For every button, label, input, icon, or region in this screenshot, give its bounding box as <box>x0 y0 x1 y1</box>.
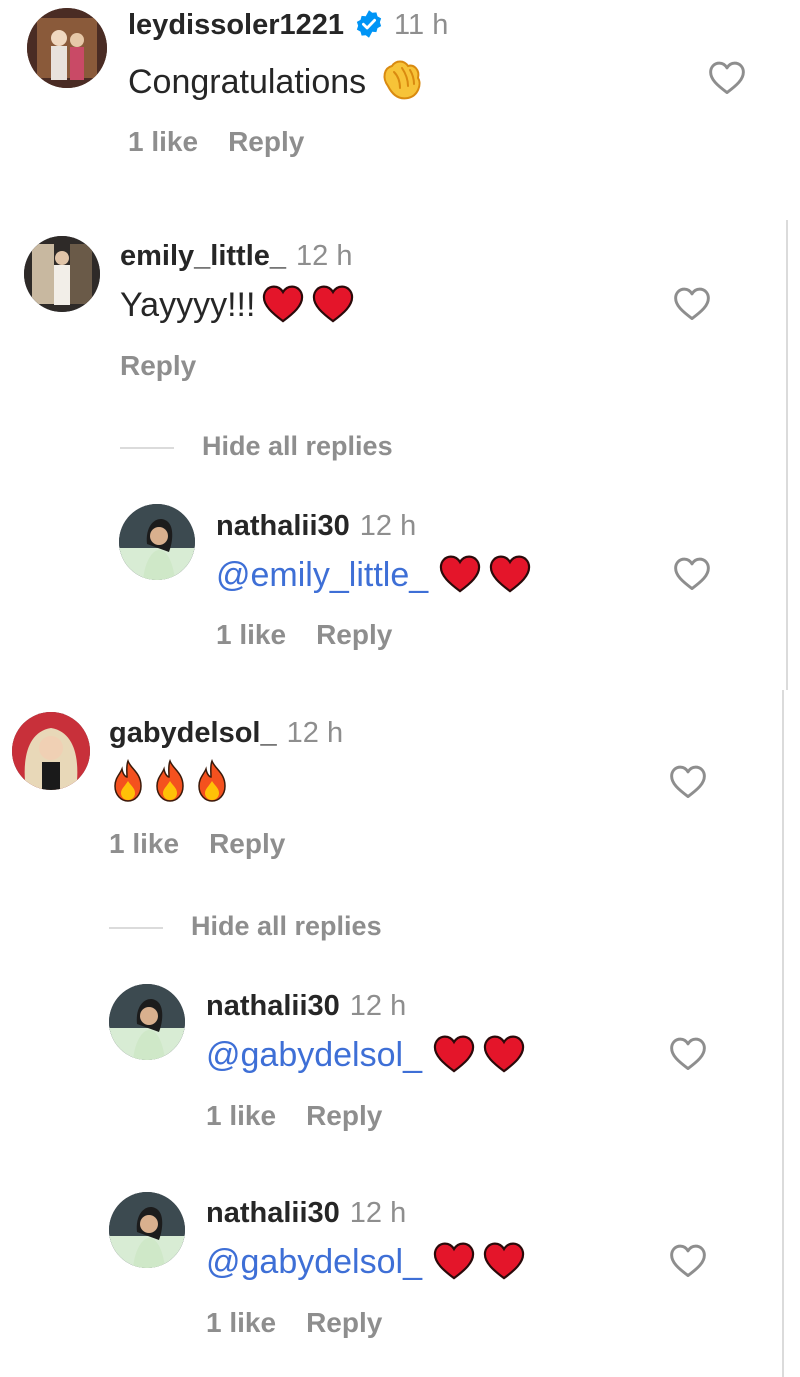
heart-outline-icon[interactable] <box>668 1242 708 1278</box>
timestamp: 12 h <box>296 240 353 272</box>
mention-link[interactable]: @emily_little_ <box>216 556 428 594</box>
comment-header: nathalii30 12 h <box>206 1197 406 1230</box>
mention-link[interactable]: @gabydelsol_ <box>206 1036 422 1074</box>
comment-text: @emily_little_ <box>216 553 532 595</box>
username-link[interactable]: gabydelsol_ <box>109 717 277 749</box>
avatar[interactable] <box>109 1192 185 1268</box>
comment-text: @gabydelsol_ <box>206 1240 526 1282</box>
like-count[interactable]: 1 like <box>216 619 286 650</box>
hide-replies-toggle[interactable]: Hide all replies <box>120 431 393 462</box>
heart-outline-icon[interactable] <box>668 1035 708 1071</box>
red-heart-emoji <box>488 553 532 593</box>
panel-divider <box>782 690 784 1377</box>
hide-replies-toggle[interactable]: Hide all replies <box>109 911 382 942</box>
comment-text: Yayyyy!!! <box>120 283 355 325</box>
comment-text <box>109 759 235 804</box>
username-link[interactable]: nathalii30 <box>206 990 340 1022</box>
username-link[interactable]: emily_little_ <box>120 240 286 272</box>
red-heart-emoji <box>432 1240 476 1280</box>
username-link[interactable]: nathalii30 <box>216 510 350 542</box>
like-count[interactable]: 1 like <box>206 1100 276 1131</box>
heart-outline-icon[interactable] <box>672 555 712 591</box>
reply-button[interactable]: Reply <box>316 619 392 650</box>
fire-emoji <box>193 759 231 803</box>
hide-replies-label: Hide all replies <box>202 431 393 461</box>
fire-emoji <box>109 759 147 803</box>
avatar[interactable] <box>119 504 195 580</box>
fire-emoji <box>151 759 189 803</box>
mention-link[interactable]: @gabydelsol_ <box>206 1243 422 1281</box>
replies-divider <box>109 926 163 929</box>
comment-actions: 1 like Reply <box>206 1100 382 1132</box>
username-link[interactable]: nathalii30 <box>206 1197 340 1229</box>
avatar[interactable] <box>27 8 107 88</box>
timestamp: 12 h <box>349 990 407 1022</box>
red-heart-emoji <box>432 1033 476 1073</box>
verified-badge-icon <box>354 9 384 39</box>
clapping-hands-emoji <box>378 56 426 102</box>
comment-actions: 1 like Reply <box>216 619 392 651</box>
timestamp: 11 h <box>394 9 449 41</box>
comment-body: Yayyyy!!! <box>120 286 256 324</box>
replies-divider <box>120 446 174 449</box>
comment-header: nathalii30 12 h <box>206 990 406 1023</box>
heart-outline-icon[interactable] <box>668 763 708 799</box>
reply-button[interactable]: Reply <box>120 350 196 381</box>
timestamp: 12 h <box>286 717 344 749</box>
username-link[interactable]: leydissoler1221 <box>128 9 344 41</box>
red-heart-emoji <box>482 1240 526 1280</box>
like-count[interactable]: 1 like <box>109 828 179 859</box>
timestamp: 12 h <box>349 1197 407 1229</box>
like-count[interactable]: 1 like <box>128 126 198 157</box>
comment-actions: 1 like Reply <box>109 828 285 860</box>
avatar[interactable] <box>109 984 185 1060</box>
hide-replies-label: Hide all replies <box>191 911 382 941</box>
panel-divider <box>786 220 788 690</box>
comment-text: @gabydelsol_ <box>206 1033 526 1075</box>
comment-header: emily_little_ 12 h <box>120 240 352 273</box>
red-heart-emoji <box>311 283 355 323</box>
avatar[interactable] <box>24 236 100 312</box>
comment-header: gabydelsol_ 12 h <box>109 717 343 750</box>
comment-text: Congratulations <box>128 56 426 102</box>
timestamp: 12 h <box>359 510 417 542</box>
like-count[interactable]: 1 like <box>206 1307 276 1338</box>
comment-actions: 1 like Reply <box>128 126 304 158</box>
heart-outline-icon[interactable] <box>707 59 747 95</box>
comment-actions: Reply <box>120 350 196 382</box>
comment-header: nathalii30 12 h <box>216 510 416 543</box>
reply-button[interactable]: Reply <box>209 828 285 859</box>
red-heart-emoji <box>482 1033 526 1073</box>
heart-outline-icon[interactable] <box>672 285 712 321</box>
red-heart-emoji <box>438 553 482 593</box>
comment-header: leydissoler1221 11 h <box>128 9 448 42</box>
avatar[interactable] <box>12 712 90 790</box>
reply-button[interactable]: Reply <box>306 1100 382 1131</box>
comment-actions: 1 like Reply <box>206 1307 382 1339</box>
comment-body: Congratulations <box>128 63 367 101</box>
reply-button[interactable]: Reply <box>306 1307 382 1338</box>
red-heart-emoji <box>261 283 305 323</box>
reply-button[interactable]: Reply <box>228 126 304 157</box>
